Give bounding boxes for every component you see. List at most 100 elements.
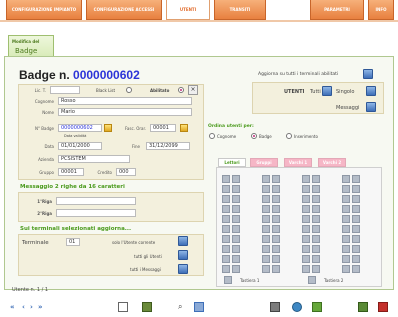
reader-cell[interactable]: [262, 195, 270, 203]
new-icon[interactable]: [118, 302, 128, 312]
reader-cell[interactable]: [222, 245, 230, 253]
reader-cell[interactable]: [342, 245, 350, 253]
cognome-field[interactable]: Rosso: [58, 97, 192, 105]
riga2-field[interactable]: [56, 209, 136, 217]
reader-cell[interactable]: [272, 215, 280, 223]
reader-cell[interactable]: [222, 205, 230, 213]
blacklist-checkbox[interactable]: [126, 87, 132, 93]
reader-cell[interactable]: [312, 205, 320, 213]
reader-cell[interactable]: [222, 265, 230, 273]
badge-lookup-icon[interactable]: [104, 124, 112, 132]
globe-icon[interactable]: [292, 302, 302, 312]
singolo-button[interactable]: [366, 86, 376, 96]
reader-cell[interactable]: [342, 205, 350, 213]
reader-cell[interactable]: [302, 205, 310, 213]
reader-cell[interactable]: [232, 225, 240, 233]
aggiorna-utenti-button[interactable]: [178, 250, 188, 260]
reader-cell[interactable]: [312, 225, 320, 233]
tab-parametri[interactable]: PARAMETRI: [310, 0, 364, 20]
reader-cell[interactable]: [232, 175, 240, 183]
reader-cell[interactable]: [232, 235, 240, 243]
reader-cell[interactable]: [352, 205, 360, 213]
reader-cell[interactable]: [302, 255, 310, 263]
reader-cell[interactable]: [262, 225, 270, 233]
reader-cell[interactable]: [262, 185, 270, 193]
reader-cell[interactable]: [342, 225, 350, 233]
reader-cell[interactable]: [262, 265, 270, 273]
tab-info[interactable]: INFO: [368, 0, 394, 20]
first-icon[interactable]: «: [10, 303, 15, 311]
reader-cell[interactable]: [342, 235, 350, 243]
reader-cell[interactable]: [342, 215, 350, 223]
tab-transiti[interactable]: TRANSITI: [214, 0, 266, 20]
data-field[interactable]: 01/01/2000: [58, 142, 102, 150]
save-icon[interactable]: [142, 302, 152, 312]
reader-cell[interactable]: [302, 245, 310, 253]
reader-cell[interactable]: [232, 255, 240, 263]
bin-icon[interactable]: [358, 302, 368, 312]
reader-cell[interactable]: [222, 255, 230, 263]
delete-icon[interactable]: [378, 302, 388, 312]
reader-cell[interactable]: [302, 235, 310, 243]
ordina-cognome-radio[interactable]: [209, 133, 215, 139]
find-icon[interactable]: [194, 302, 204, 312]
reader-cell[interactable]: [312, 235, 320, 243]
reader-cell[interactable]: [222, 185, 230, 193]
reader-cell[interactable]: [352, 225, 360, 233]
reader-cell[interactable]: [262, 245, 270, 253]
tab-configurazione-impianto[interactable]: CONFIGURAZIONE IMPIANTO: [6, 0, 82, 20]
reader-cell[interactable]: [272, 225, 280, 233]
update-all-button[interactable]: [363, 69, 373, 79]
reader-cell[interactable]: [272, 175, 280, 183]
reader-cell[interactable]: [352, 245, 360, 253]
reader-cell[interactable]: [352, 215, 360, 223]
riga1-field[interactable]: [56, 197, 136, 205]
export-icon[interactable]: [312, 302, 322, 312]
reader-cell[interactable]: [302, 195, 310, 203]
search-icon[interactable]: ⌕: [178, 302, 188, 312]
reader-cell[interactable]: [312, 265, 320, 273]
reader-cell[interactable]: [262, 255, 270, 263]
reader-cell[interactable]: [272, 195, 280, 203]
id-field[interactable]: [50, 86, 80, 94]
reader-cell[interactable]: [272, 255, 280, 263]
close-icon[interactable]: ×: [188, 85, 198, 95]
tab-configurazione-accessi[interactable]: CONFIGURAZIONE ACCESSI: [86, 0, 162, 20]
credito-field[interactable]: 000: [116, 168, 136, 176]
terminale-select[interactable]: 01: [66, 238, 80, 246]
reader-cell[interactable]: [302, 225, 310, 233]
reader-cell[interactable]: [342, 185, 350, 193]
reader-cell[interactable]: [352, 185, 360, 193]
tutti-button[interactable]: [322, 86, 332, 96]
reader-cell[interactable]: [342, 175, 350, 183]
reader-cell[interactable]: [232, 195, 240, 203]
n-badge-field[interactable]: 0000000602: [58, 124, 102, 132]
ordina-inserimento-radio[interactable]: [286, 133, 292, 139]
reader-cell[interactable]: [312, 185, 320, 193]
reader-cell[interactable]: [352, 255, 360, 263]
gruppo-field[interactable]: 00001: [58, 168, 84, 176]
reader-cell[interactable]: [302, 265, 310, 273]
reader-cell[interactable]: [352, 265, 360, 273]
reader-cell[interactable]: [262, 235, 270, 243]
reader-cell[interactable]: [352, 195, 360, 203]
tab-lettori[interactable]: Lettori: [218, 158, 246, 167]
reader-cell[interactable]: [352, 235, 360, 243]
aggiorna-messaggi-button[interactable]: [178, 264, 188, 274]
reader-cell[interactable]: [302, 185, 310, 193]
reader-cell[interactable]: [262, 175, 270, 183]
messaggi-button[interactable]: [366, 102, 376, 112]
azienda-field[interactable]: PCSISTEM: [58, 155, 130, 163]
reader-cell[interactable]: [262, 205, 270, 213]
reader-cell[interactable]: [302, 175, 310, 183]
reader-cell[interactable]: [222, 225, 230, 233]
reader-cell[interactable]: [262, 215, 270, 223]
reader-cell[interactable]: [342, 265, 350, 273]
reader-cell[interactable]: [312, 255, 320, 263]
reader-cell[interactable]: [302, 215, 310, 223]
tab-utenti[interactable]: UTENTI: [166, 0, 210, 20]
fasc-orar-field[interactable]: 00001: [150, 124, 176, 132]
ordina-badge-radio[interactable]: [251, 133, 257, 139]
reader-cell[interactable]: [342, 255, 350, 263]
print-icon[interactable]: [270, 302, 280, 312]
